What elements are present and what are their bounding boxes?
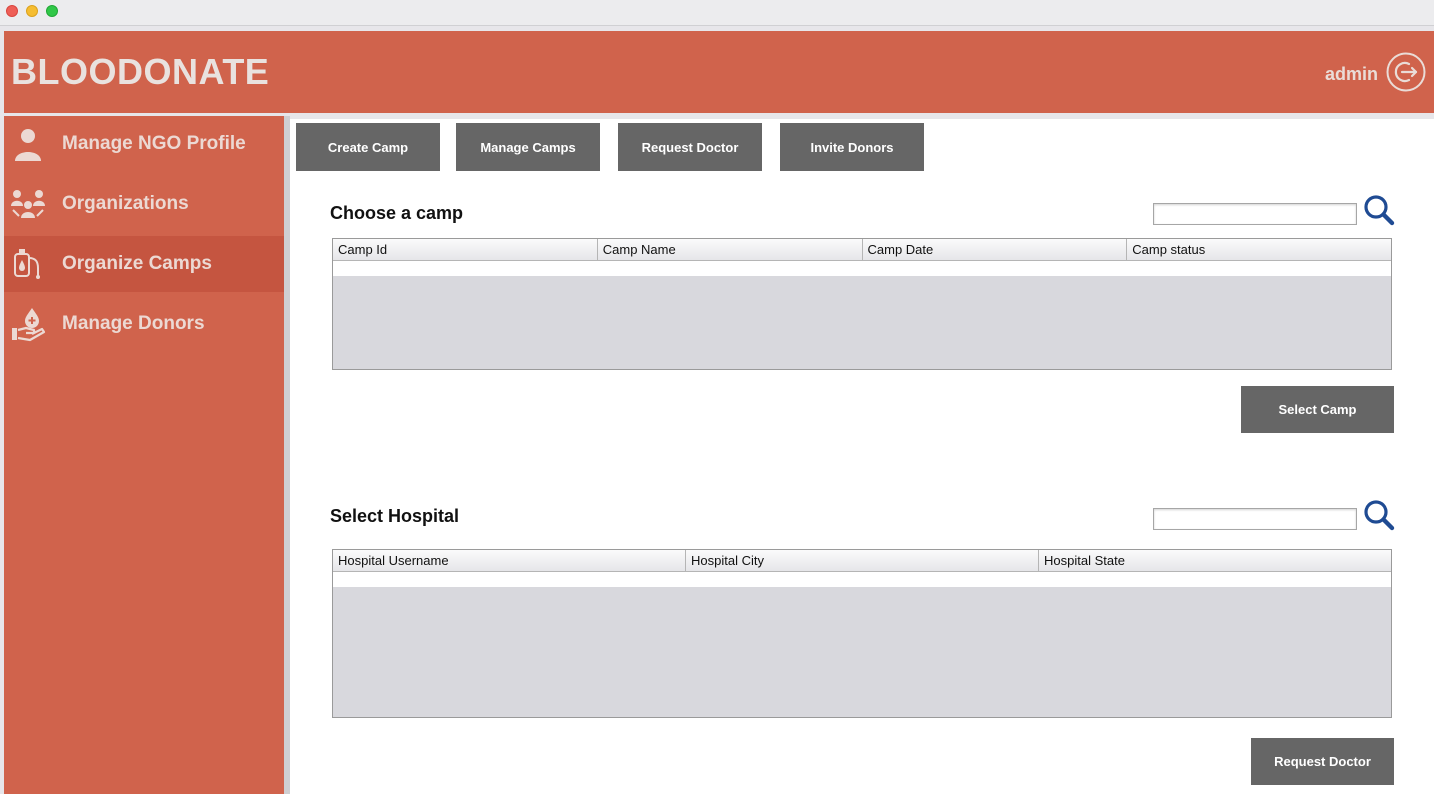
tab-request-doctor[interactable]: Request Doctor bbox=[618, 123, 762, 171]
hospitals-table[interactable]: Hospital Username Hospital City Hospital… bbox=[332, 549, 1392, 718]
sidebar-item-label: Organizations bbox=[62, 193, 189, 214]
sidebar-item-organizations[interactable]: Organizations bbox=[4, 176, 284, 232]
table-row[interactable] bbox=[333, 261, 1391, 276]
brand-logo-text: BLOODONATE bbox=[11, 51, 270, 92]
tab-create-camp[interactable]: Create Camp bbox=[296, 123, 440, 171]
request-doctor-button[interactable]: Request Doctor bbox=[1251, 738, 1394, 785]
column-header-camp-id[interactable]: Camp Id bbox=[333, 239, 598, 260]
select-camp-button[interactable]: Select Camp bbox=[1241, 386, 1394, 433]
column-header-hospital-city[interactable]: Hospital City bbox=[686, 550, 1039, 571]
sidebar-item-label: Manage Donors bbox=[62, 313, 205, 334]
column-header-camp-name[interactable]: Camp Name bbox=[598, 239, 863, 260]
organizations-icon bbox=[11, 190, 45, 218]
tab-manage-camps[interactable]: Manage Camps bbox=[456, 123, 600, 171]
sidebar-item-label: Organize Camps bbox=[62, 253, 212, 274]
column-header-camp-status[interactable]: Camp status bbox=[1127, 239, 1391, 260]
column-header-hospital-state[interactable]: Hospital State bbox=[1039, 550, 1391, 571]
hospital-search-input[interactable] bbox=[1153, 508, 1357, 530]
zoom-window-button[interactable] bbox=[46, 5, 58, 17]
close-window-button[interactable] bbox=[6, 5, 18, 17]
column-header-hospital-username[interactable]: Hospital Username bbox=[333, 550, 686, 571]
app-header: BLOODONATE admin bbox=[4, 31, 1434, 113]
donor-hand-icon bbox=[12, 308, 46, 342]
sidebar-item-manage-donors[interactable]: Manage Donors bbox=[4, 296, 284, 352]
user-profile-icon bbox=[15, 129, 41, 161]
camps-table[interactable]: Camp Id Camp Name Camp Date Camp status bbox=[332, 238, 1392, 370]
sidebar: Manage NGO Profile Organizations Organiz… bbox=[4, 116, 284, 794]
sidebar-item-label: Manage NGO Profile bbox=[62, 133, 246, 154]
sidebar-item-manage-ngo-profile[interactable]: Manage NGO Profile bbox=[4, 116, 284, 172]
search-icon[interactable] bbox=[1363, 194, 1395, 226]
window-titlebar bbox=[0, 0, 1434, 26]
sidebar-item-organize-camps[interactable]: Organize Camps bbox=[4, 236, 284, 292]
current-user-label: admin bbox=[1324, 64, 1378, 84]
camp-search-input[interactable] bbox=[1153, 203, 1357, 225]
table-row[interactable] bbox=[333, 572, 1391, 587]
main-content: Create Camp Manage Camps Request Doctor … bbox=[290, 119, 1434, 794]
hospitals-table-header: Hospital Username Hospital City Hospital… bbox=[333, 550, 1391, 572]
select-hospital-title: Select Hospital bbox=[330, 506, 460, 526]
camps-table-header: Camp Id Camp Name Camp Date Camp status bbox=[333, 239, 1391, 261]
logout-icon[interactable] bbox=[1386, 52, 1426, 92]
search-icon[interactable] bbox=[1363, 499, 1395, 531]
column-header-camp-date[interactable]: Camp Date bbox=[863, 239, 1128, 260]
blood-bag-icon bbox=[14, 249, 40, 279]
tab-invite-donors[interactable]: Invite Donors bbox=[780, 123, 924, 171]
minimize-window-button[interactable] bbox=[26, 5, 38, 17]
choose-camp-title: Choose a camp bbox=[330, 203, 464, 223]
